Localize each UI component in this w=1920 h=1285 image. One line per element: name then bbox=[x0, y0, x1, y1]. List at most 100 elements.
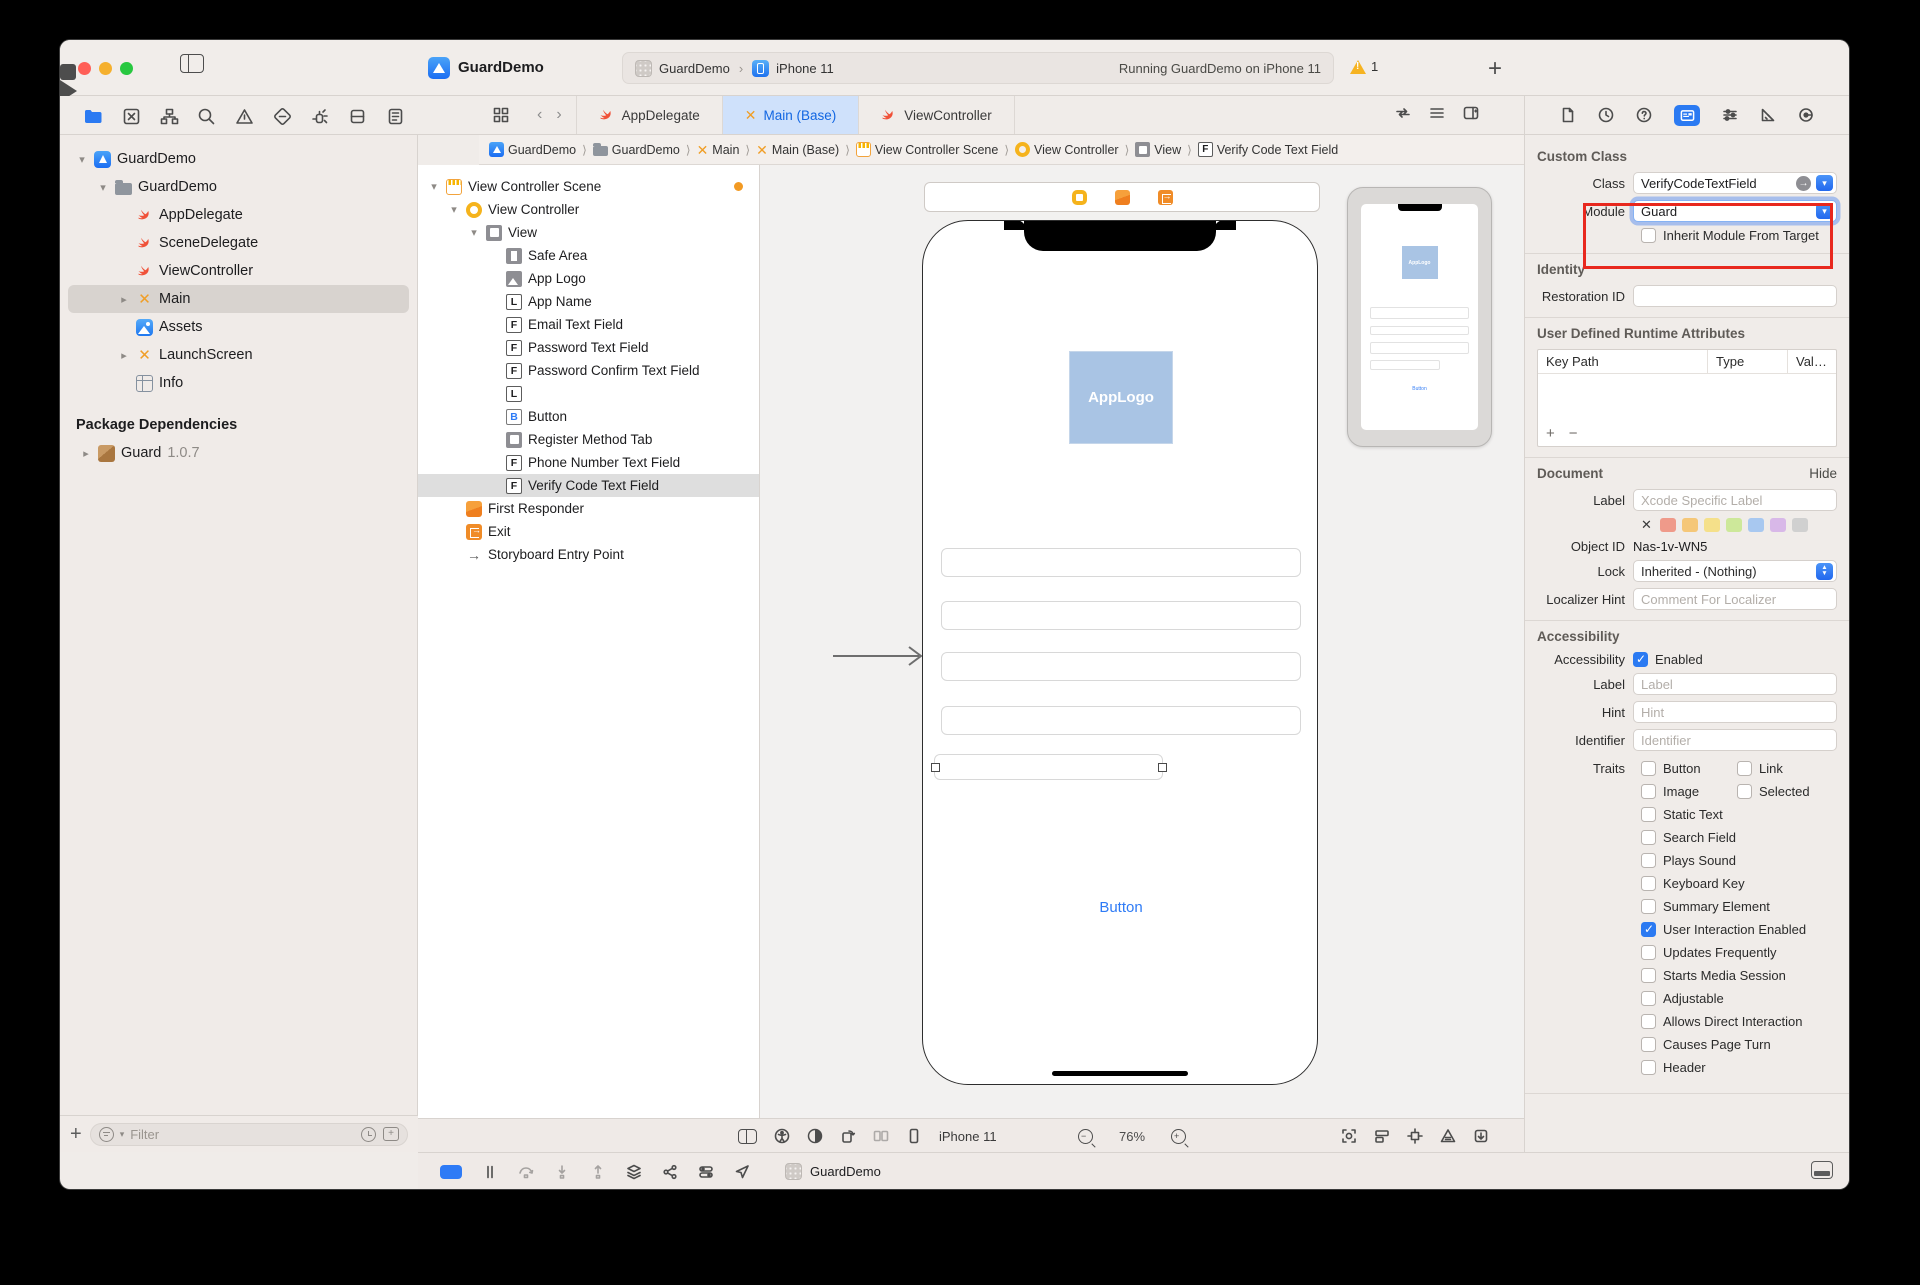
tab-main-base[interactable]: ✕ Main (Base) bbox=[722, 96, 860, 134]
disclosure-icon[interactable] bbox=[448, 203, 460, 216]
swatch-purple[interactable] bbox=[1769, 518, 1786, 532]
first-responder-icon[interactable] bbox=[1114, 189, 1130, 205]
clear-color-icon[interactable]: ✕ bbox=[1641, 517, 1652, 533]
back-icon[interactable]: ‹ bbox=[523, 96, 556, 134]
trait-link-checkbox[interactable] bbox=[1737, 761, 1752, 776]
outline-item-phone-number-field[interactable]: F Phone Number Text Field bbox=[418, 451, 759, 474]
connections-inspector-icon[interactable] bbox=[1798, 107, 1814, 123]
simulate-location-icon[interactable] bbox=[734, 1164, 750, 1180]
trait-allows-direct-interaction-checkbox[interactable] bbox=[1641, 1014, 1656, 1029]
related-items-icon[interactable] bbox=[479, 96, 523, 134]
add-editor-icon[interactable] bbox=[1463, 105, 1479, 121]
swatch-green[interactable] bbox=[1725, 518, 1742, 532]
trait-plays-sound-checkbox[interactable] bbox=[1641, 853, 1656, 868]
trait-static-text-checkbox[interactable] bbox=[1641, 807, 1656, 822]
view-controller-icon[interactable] bbox=[1071, 189, 1087, 205]
swatch-gray[interactable] bbox=[1791, 518, 1808, 532]
forward-icon[interactable]: › bbox=[556, 96, 575, 134]
trait-selected-checkbox[interactable] bbox=[1737, 784, 1752, 799]
outline-item-view[interactable]: View bbox=[418, 221, 759, 244]
jump-item[interactable]: GuardDemo bbox=[612, 143, 680, 157]
outline-toggle-icon[interactable] bbox=[738, 1128, 757, 1144]
disclosure-icon[interactable] bbox=[97, 181, 109, 194]
scm-filter-icon[interactable]: + bbox=[383, 1126, 399, 1141]
recent-filter-icon[interactable] bbox=[361, 1126, 376, 1142]
navigator-item-group[interactable]: GuardDemo bbox=[60, 173, 417, 201]
trait-user-interaction-enabled-checkbox[interactable] bbox=[1641, 922, 1656, 937]
verify-code-text-field-selected[interactable] bbox=[930, 754, 1167, 780]
navigator-toggle-icon[interactable] bbox=[180, 54, 204, 73]
app-logo-image-view[interactable]: AppLogo bbox=[1069, 351, 1173, 444]
phone-number-text-field[interactable] bbox=[941, 706, 1301, 735]
disclosure-icon[interactable] bbox=[118, 293, 130, 306]
ax-identifier-field[interactable] bbox=[1633, 729, 1837, 751]
find-navigator-icon[interactable] bbox=[195, 105, 217, 127]
outline-item-safe-area[interactable]: Safe Area bbox=[418, 244, 759, 267]
inherit-module-checkbox[interactable] bbox=[1641, 228, 1656, 243]
swatch-blue[interactable] bbox=[1747, 518, 1764, 532]
navigator-item-launchscreen[interactable]: ✕ LaunchScreen bbox=[60, 341, 417, 369]
accessibility-enabled-checkbox[interactable] bbox=[1633, 652, 1648, 667]
password-text-field[interactable] bbox=[941, 601, 1301, 630]
zoom-level[interactable]: 76% bbox=[1119, 1129, 1145, 1144]
environment-overrides-icon[interactable] bbox=[698, 1164, 714, 1180]
trait-header-checkbox[interactable] bbox=[1641, 1060, 1656, 1075]
lock-popup[interactable]: Inherited - (Nothing) ▲ ▼ bbox=[1633, 560, 1837, 582]
trait-causes-page-turn-checkbox[interactable] bbox=[1641, 1037, 1656, 1052]
report-navigator-icon[interactable] bbox=[384, 105, 406, 127]
outline-item-scene[interactable]: View Controller Scene bbox=[418, 175, 759, 198]
tab-appdelegate[interactable]: AppDelegate bbox=[575, 96, 723, 134]
button-view[interactable]: Button bbox=[923, 899, 1317, 916]
remove-attribute-button[interactable]: − bbox=[1569, 425, 1578, 442]
ax-label-field[interactable] bbox=[1633, 673, 1837, 695]
outline-item-password-field[interactable]: F Password Text Field bbox=[418, 336, 759, 359]
stop-button[interactable] bbox=[60, 64, 76, 80]
outline-item-app-logo[interactable]: App Logo bbox=[418, 267, 759, 290]
outline-item-verify-code-field-selected[interactable]: F Verify Code Text Field bbox=[418, 474, 759, 497]
module-dropdown-icon[interactable]: ▾ bbox=[1816, 203, 1833, 219]
swatch-red[interactable] bbox=[1659, 518, 1676, 532]
disclosure-icon[interactable] bbox=[428, 180, 440, 193]
zoom-out-icon[interactable]: − bbox=[1078, 1128, 1093, 1144]
warning-badge[interactable]: 1 bbox=[1350, 59, 1378, 74]
outline-item-app-name[interactable]: L App Name bbox=[418, 290, 759, 313]
tab-viewcontroller[interactable]: ViewController bbox=[859, 96, 1015, 134]
jump-bar[interactable]: GuardDemo ⟩ GuardDemo ⟩ ✕ Main ⟩ ✕ Main … bbox=[479, 135, 1524, 165]
project-navigator-icon[interactable] bbox=[82, 105, 104, 127]
trait-summary-element-checkbox[interactable] bbox=[1641, 899, 1656, 914]
localizer-hint-field[interactable] bbox=[1633, 588, 1837, 610]
disclosure-icon[interactable] bbox=[468, 226, 480, 239]
module-field[interactable] bbox=[1633, 200, 1837, 222]
email-text-field[interactable] bbox=[941, 548, 1301, 577]
outline-item-register-method-tab[interactable]: Register Method Tab bbox=[418, 428, 759, 451]
runtime-attributes-table[interactable]: Key Path Type Val… + − bbox=[1537, 349, 1837, 447]
exit-icon[interactable] bbox=[1157, 189, 1173, 205]
jump-item[interactable]: View bbox=[1154, 143, 1181, 157]
jump-item[interactable]: View Controller Scene bbox=[875, 143, 998, 157]
trait-image-checkbox[interactable] bbox=[1641, 784, 1656, 799]
memory-graph-icon[interactable] bbox=[662, 1164, 678, 1180]
scheme-destination[interactable]: iPhone 11 bbox=[776, 61, 834, 76]
disclosure-icon[interactable] bbox=[118, 349, 130, 362]
resize-handle-right[interactable] bbox=[1157, 762, 1167, 772]
minimize-window-button[interactable] bbox=[99, 62, 112, 75]
editor-layout-icon[interactable] bbox=[1429, 105, 1445, 121]
update-frames-icon[interactable] bbox=[1341, 1128, 1357, 1144]
source-control-navigator-icon[interactable] bbox=[120, 105, 142, 127]
activity-view[interactable]: GuardDemo › iPhone 11 Running GuardDemo … bbox=[622, 52, 1334, 84]
navigator-item-main-selected[interactable]: ✕ Main bbox=[68, 285, 409, 313]
file-inspector-icon[interactable] bbox=[1560, 107, 1576, 123]
hide-button[interactable]: Hide bbox=[1809, 466, 1837, 481]
close-window-button[interactable] bbox=[78, 62, 91, 75]
identity-inspector-icon[interactable] bbox=[1674, 104, 1700, 126]
scheme-name[interactable]: GuardDemo bbox=[659, 61, 730, 76]
trait-button-checkbox[interactable] bbox=[1641, 761, 1656, 776]
navigator-item-project[interactable]: GuardDemo bbox=[60, 145, 417, 173]
outline-item-entry-point[interactable]: → Storyboard Entry Point bbox=[418, 543, 759, 566]
code-review-icon[interactable] bbox=[1395, 105, 1411, 121]
swatch-yellow[interactable] bbox=[1703, 518, 1720, 532]
navigator-item-assets[interactable]: Assets bbox=[60, 313, 417, 341]
storyboard-canvas[interactable]: AppLogo Button AppLogo Button bbox=[760, 165, 1524, 1118]
device-icon[interactable] bbox=[906, 1128, 922, 1144]
canvas-device-label[interactable]: iPhone 11 bbox=[939, 1129, 997, 1144]
